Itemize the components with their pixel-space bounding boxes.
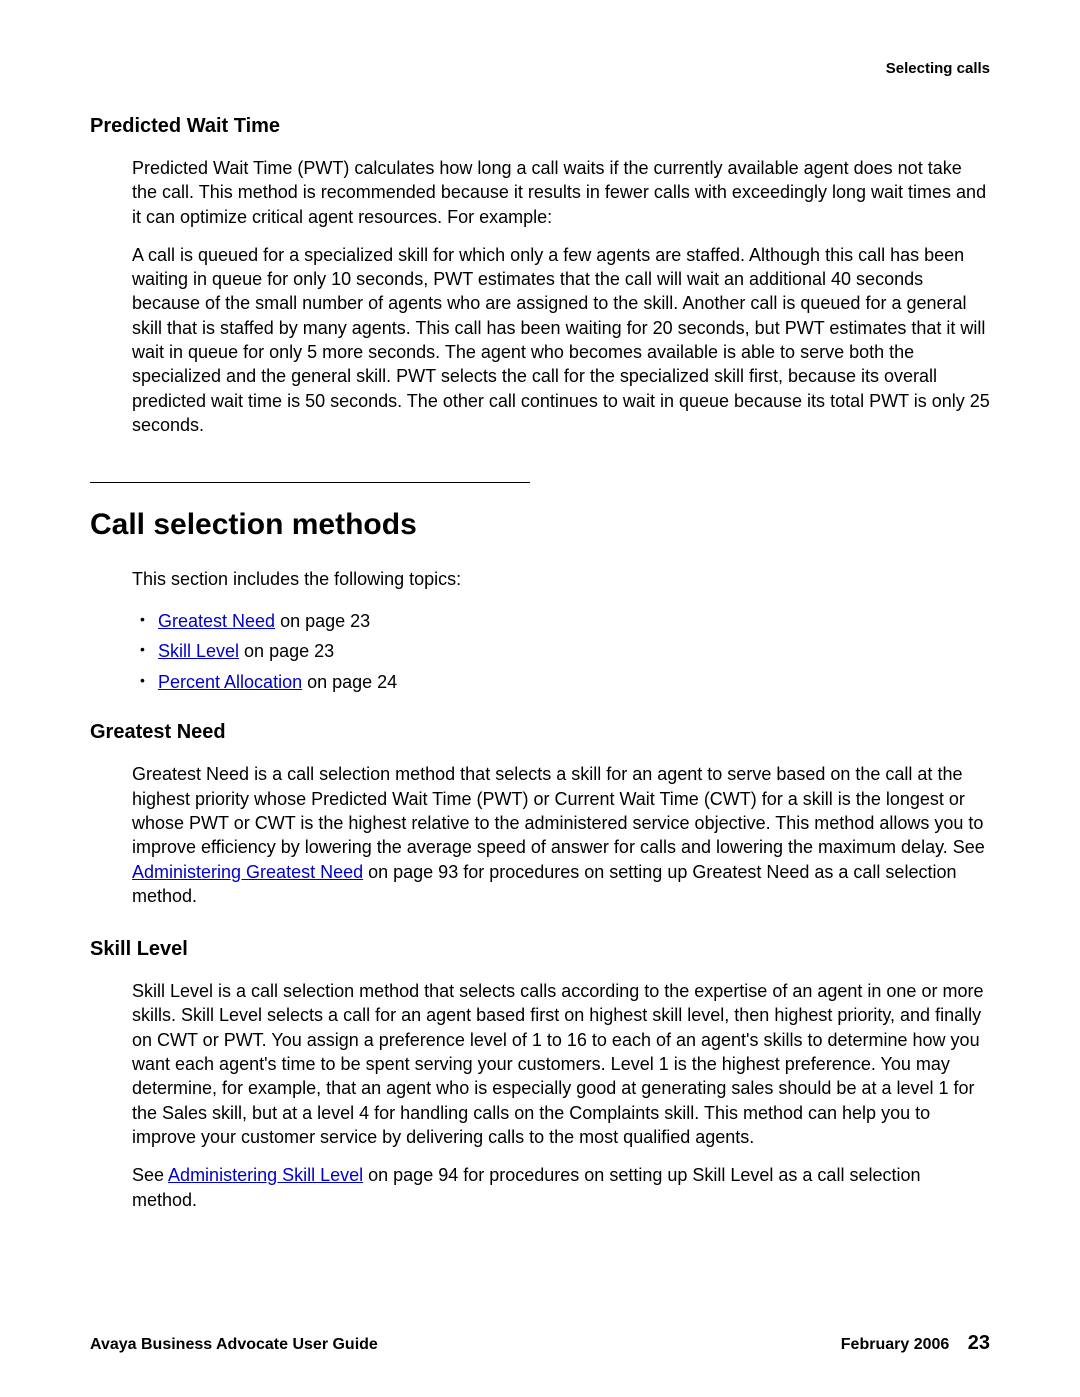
sl-para-2: See Administering Skill Level on page 94… [132, 1163, 990, 1212]
csm-heading: Call selection methods [90, 508, 990, 542]
sl-heading: Skill Level [90, 938, 990, 961]
link-administering-greatest-need[interactable]: Administering Greatest Need [132, 862, 363, 882]
link-skill-level[interactable]: Skill Level [158, 641, 239, 661]
bullet-suffix: on page 24 [302, 672, 397, 692]
section-divider [90, 482, 530, 483]
header-section-label: Selecting calls [886, 60, 990, 77]
footer-right: February 2006 23 [841, 1332, 990, 1355]
list-item: Skill Level on page 23 [158, 636, 990, 667]
footer-date: February 2006 [841, 1336, 950, 1353]
link-percent-allocation[interactable]: Percent Allocation [158, 672, 302, 692]
footer-page-number: 23 [968, 1332, 990, 1354]
csm-intro: This section includes the following topi… [132, 567, 990, 591]
list-item: Percent Allocation on page 24 [158, 667, 990, 698]
page-content: Predicted Wait Time Predicted Wait Time … [90, 115, 990, 1212]
sl-para2-pre: See [132, 1165, 168, 1185]
pwt-para-1: Predicted Wait Time (PWT) calculates how… [132, 156, 990, 229]
gn-para-1: Greatest Need is a call selection method… [132, 762, 990, 908]
csm-bullet-list: Greatest Need on page 23 Skill Level on … [158, 606, 990, 698]
link-greatest-need[interactable]: Greatest Need [158, 611, 275, 631]
pwt-para-2: A call is queued for a specialized skill… [132, 243, 990, 437]
link-administering-skill-level[interactable]: Administering Skill Level [168, 1165, 363, 1185]
page-footer: Avaya Business Advocate User Guide Febru… [90, 1332, 990, 1355]
pwt-heading: Predicted Wait Time [90, 115, 990, 138]
list-item: Greatest Need on page 23 [158, 606, 990, 637]
gn-para-pre: Greatest Need is a call selection method… [132, 764, 985, 857]
bullet-suffix: on page 23 [239, 641, 334, 661]
gn-heading: Greatest Need [90, 721, 990, 744]
footer-doc-title: Avaya Business Advocate User Guide [90, 1336, 378, 1354]
sl-para-1: Skill Level is a call selection method t… [132, 979, 990, 1149]
bullet-suffix: on page 23 [275, 611, 370, 631]
